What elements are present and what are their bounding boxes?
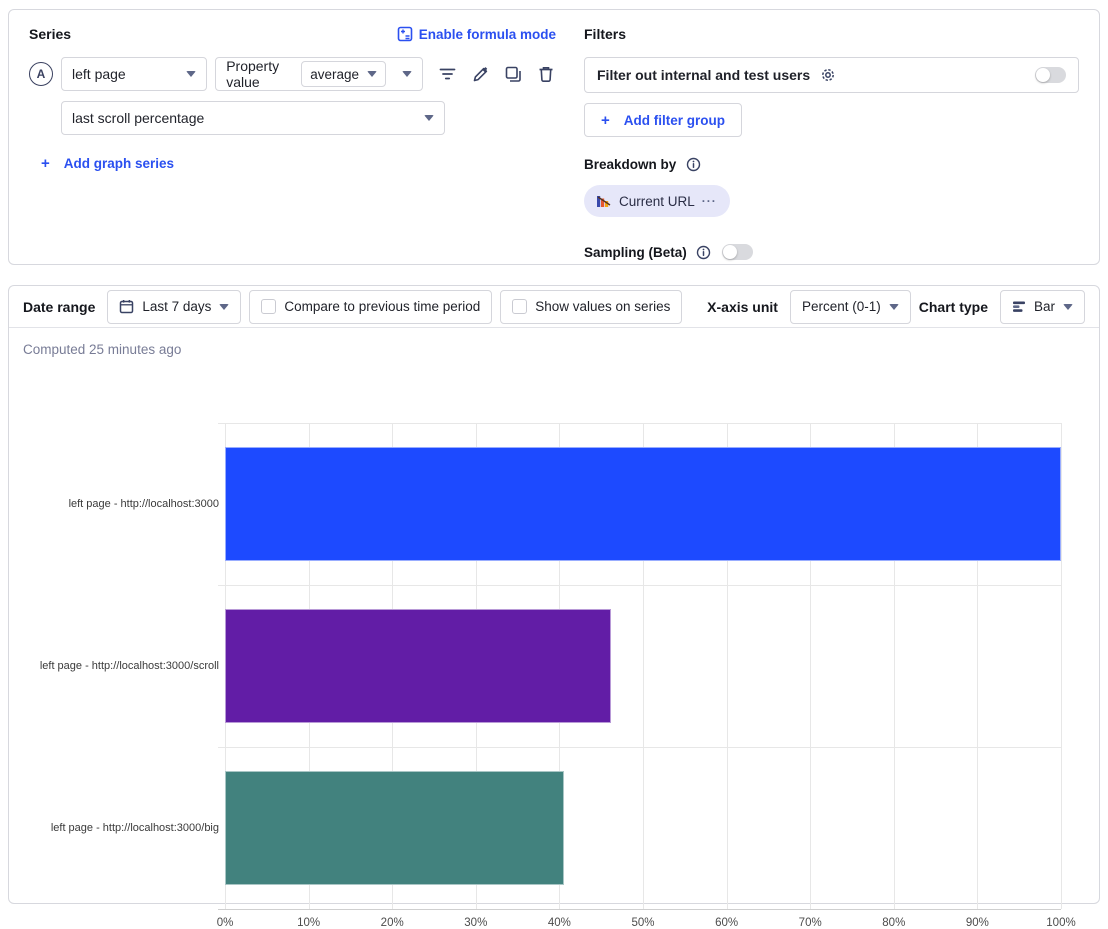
scroll-property-select[interactable]: last scroll percentage bbox=[61, 101, 445, 135]
duplicate-icon[interactable] bbox=[503, 64, 523, 84]
query-editor-panel: Series Enable formula mode A left page P… bbox=[8, 9, 1100, 265]
breakdown-by-label: Breakdown by bbox=[584, 157, 676, 172]
compare-checkbox[interactable] bbox=[261, 299, 276, 314]
x-tick-label: 0% bbox=[217, 917, 234, 929]
date-range-label: Date range bbox=[23, 299, 95, 315]
x-tick-label: 60% bbox=[715, 917, 738, 929]
insight-page: Series Enable formula mode A left page P… bbox=[0, 0, 1108, 913]
event-select[interactable]: left page bbox=[61, 57, 207, 91]
computed-timestamp: Computed 25 minutes ago bbox=[23, 342, 181, 357]
filters-title: Filters bbox=[584, 26, 626, 42]
x-gridline bbox=[1061, 423, 1062, 909]
bar-0[interactable] bbox=[225, 447, 1061, 561]
filters-section: Filters Filter out internal and test use… bbox=[556, 24, 1079, 250]
bar-2[interactable] bbox=[225, 771, 564, 885]
internal-users-toggle[interactable] bbox=[1035, 67, 1066, 83]
calendar-icon bbox=[119, 299, 134, 314]
bar-1[interactable] bbox=[225, 609, 611, 723]
series-section: Series Enable formula mode A left page P… bbox=[29, 24, 556, 250]
calculator-icon bbox=[397, 26, 413, 42]
show-values-checkbox[interactable] bbox=[512, 299, 527, 314]
category-label: left page - http://localhost:3000/big bbox=[0, 822, 219, 834]
info-icon[interactable] bbox=[683, 154, 703, 174]
xaxis-unit-label: X-axis unit bbox=[707, 299, 778, 315]
more-options-icon[interactable]: ··· bbox=[702, 194, 717, 208]
series-title: Series bbox=[29, 26, 71, 42]
x-tick-label: 80% bbox=[882, 917, 905, 929]
series-badge-a[interactable]: A bbox=[29, 62, 53, 86]
info-icon[interactable] bbox=[694, 242, 714, 262]
gear-icon[interactable] bbox=[818, 65, 838, 85]
row-gridline bbox=[218, 585, 1061, 586]
chevron-down-icon bbox=[367, 71, 377, 77]
x-tick-label: 10% bbox=[297, 917, 320, 929]
chart-panel: Date range Last 7 days Compare to previo… bbox=[8, 285, 1100, 904]
row-gridline bbox=[218, 423, 1061, 424]
date-range-select[interactable]: Last 7 days bbox=[107, 290, 241, 324]
enable-formula-mode-link[interactable]: Enable formula mode bbox=[397, 26, 556, 42]
category-label: left page - http://localhost:3000 bbox=[0, 498, 219, 510]
chevron-down-icon bbox=[424, 115, 434, 121]
x-tick-label: 40% bbox=[548, 917, 571, 929]
chart-area: Computed 25 minutes ago 0%10%20%30%40%50… bbox=[9, 328, 1099, 904]
delete-trash-icon[interactable] bbox=[536, 64, 556, 84]
add-graph-series-link[interactable]: + Add graph series bbox=[41, 155, 174, 172]
internal-users-filter-row: Filter out internal and test users bbox=[584, 57, 1079, 93]
trends-mini-icon bbox=[597, 195, 612, 207]
bar-chart-icon bbox=[1012, 300, 1026, 313]
x-tick-label: 50% bbox=[631, 917, 654, 929]
chart-type-select[interactable]: Bar bbox=[1000, 290, 1085, 324]
math-select[interactable]: Property value average bbox=[215, 57, 423, 91]
plot-area: 0%10%20%30%40%50%60%70%80%90%100%left pa… bbox=[225, 423, 1061, 909]
sampling-toggle[interactable] bbox=[722, 244, 753, 260]
chevron-down-icon bbox=[889, 304, 899, 310]
chart-type-label: Chart type bbox=[919, 299, 988, 315]
x-tick-label: 20% bbox=[381, 917, 404, 929]
chevron-down-icon bbox=[1063, 304, 1073, 310]
category-label: left page - http://localhost:3000/scroll bbox=[0, 660, 219, 672]
show-values-checkbox-button[interactable]: Show values on series bbox=[500, 290, 682, 324]
x-tick-label: 70% bbox=[799, 917, 822, 929]
chevron-down-icon bbox=[186, 71, 196, 77]
aggregation-select[interactable]: average bbox=[301, 61, 386, 87]
chevron-down-icon bbox=[219, 304, 229, 310]
x-axis-line bbox=[218, 909, 1061, 910]
chevron-down-icon bbox=[402, 71, 412, 77]
add-filter-group-button[interactable]: + Add filter group bbox=[584, 103, 742, 137]
xaxis-unit-select[interactable]: Percent (0-1) bbox=[790, 290, 911, 324]
compare-checkbox-button[interactable]: Compare to previous time period bbox=[249, 290, 492, 324]
breakdown-current-url-chip[interactable]: Current URL ··· bbox=[584, 185, 730, 217]
chart-controls-bar: Date range Last 7 days Compare to previo… bbox=[9, 286, 1099, 328]
x-tick-label: 90% bbox=[966, 917, 989, 929]
filter-icon[interactable] bbox=[437, 64, 457, 84]
x-tick-label: 100% bbox=[1046, 917, 1075, 929]
row-gridline bbox=[218, 747, 1061, 748]
x-tick-label: 30% bbox=[464, 917, 487, 929]
sampling-label: Sampling (Beta) bbox=[584, 245, 687, 260]
edit-pencil-icon[interactable] bbox=[470, 64, 490, 84]
